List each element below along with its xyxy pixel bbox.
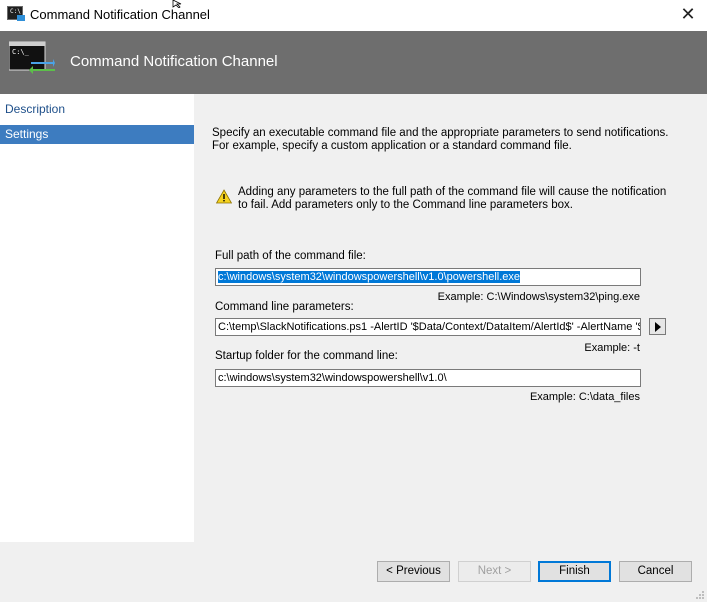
previous-button[interactable]: < Previous bbox=[377, 561, 450, 582]
nav-item-settings[interactable]: Settings bbox=[0, 125, 194, 144]
params-example: Example: -t bbox=[584, 342, 640, 354]
startup-input[interactable]: c:\windows\system32\windowspowershell\v1… bbox=[215, 369, 641, 387]
warning-text: Adding any parameters to the full path o… bbox=[238, 186, 667, 211]
full-path-value: c:\windows\system32\windowspowershell\v1… bbox=[218, 271, 521, 283]
mouse-cursor-icon bbox=[172, 0, 182, 8]
settings-page: Specify an executable command file and t… bbox=[194, 94, 707, 542]
wizard-button-bar: < Previous Next > Finish Cancel bbox=[0, 542, 707, 602]
window-title: Command Notification Channel bbox=[30, 7, 210, 22]
params-label: Command line parameters: bbox=[215, 301, 354, 313]
nav-item-description[interactable]: Description bbox=[0, 100, 194, 119]
title-bar[interactable]: C:\ Command Notification Channel ✕ bbox=[0, 0, 707, 31]
full-path-example: Example: C:\Windows\system32\ping.exe bbox=[437, 291, 640, 303]
cancel-button[interactable]: Cancel bbox=[619, 561, 692, 582]
resize-grip-icon[interactable] bbox=[695, 590, 705, 600]
next-button[interactable]: Next > bbox=[458, 561, 531, 582]
startup-example: Example: C:\data_files bbox=[529, 391, 640, 403]
wizard-header: C:\_ Command Notification Channel bbox=[0, 31, 707, 94]
command-prompt-icon: C:\ bbox=[7, 6, 25, 21]
svg-text:C:\_: C:\_ bbox=[12, 48, 30, 56]
full-path-label: Full path of the command file: bbox=[215, 250, 366, 262]
wizard-nav: Description Settings bbox=[0, 94, 194, 542]
close-icon[interactable]: ✕ bbox=[677, 3, 699, 25]
insert-variable-arrow-icon[interactable] bbox=[649, 318, 666, 335]
intro-text: Specify an executable command file and t… bbox=[212, 127, 669, 152]
command-channel-icon: C:\_ bbox=[9, 41, 55, 74]
command-notification-channel-dialog: C:\ Command Notification Channel ✕ C:\_ … bbox=[0, 0, 707, 602]
full-path-input[interactable]: c:\windows\system32\windowspowershell\v1… bbox=[215, 268, 641, 286]
warning-icon bbox=[216, 189, 232, 204]
header-title: Command Notification Channel bbox=[70, 53, 278, 70]
params-input[interactable]: C:\temp\SlackNotifications.ps1 -AlertID … bbox=[215, 318, 641, 336]
finish-button[interactable]: Finish bbox=[538, 561, 611, 582]
startup-label: Startup folder for the command line: bbox=[215, 350, 398, 362]
